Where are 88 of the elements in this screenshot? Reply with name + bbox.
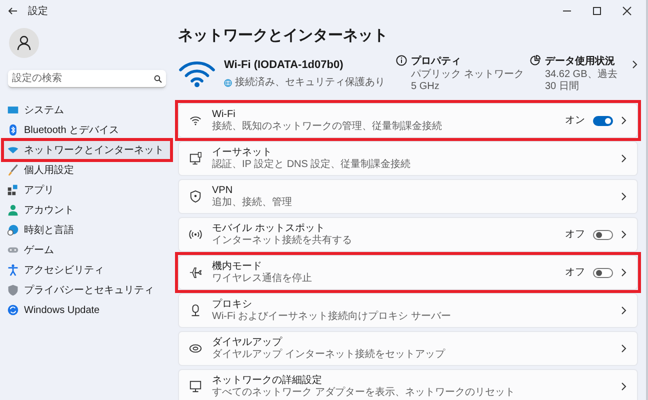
accessibility-icon xyxy=(7,264,19,276)
toggle-label: オン xyxy=(565,114,585,128)
shield-icon xyxy=(7,284,19,296)
settings-row[interactable]: Wi-Fi 接続、既知のネットワークの管理、従量制課金接続 オン xyxy=(178,103,638,138)
row-description: ワイヤレス通信を停止 xyxy=(212,272,312,284)
sidebar-item[interactable]: 個人用設定 xyxy=(4,160,170,180)
search-input[interactable]: 設定の検索 xyxy=(12,71,154,86)
settings-row[interactable]: イーサネット 認証、IP 設定と DNS 設定、従量制課金接続 xyxy=(178,141,638,176)
row-description: インターネット接続を共有する xyxy=(212,234,352,246)
chevron-right-icon xyxy=(621,192,627,201)
sidebar-item[interactable]: ネットワークとインターネット xyxy=(4,140,170,160)
window-title: 設定 xyxy=(28,4,48,18)
sidebar-item[interactable]: Bluetooth とデバイス xyxy=(4,120,170,140)
settings-row[interactable]: ダイヤルアップ ダイヤルアップ インターネット接続をセットアップ xyxy=(178,331,638,366)
row-title: ネットワークの詳細設定 xyxy=(212,374,323,386)
toggle-switch[interactable] xyxy=(593,116,613,126)
row-title: 機内モード xyxy=(212,260,262,272)
row-title: プロキシ xyxy=(212,298,253,310)
close-icon[interactable] xyxy=(622,6,632,16)
connection-status: 接続済み、セキュリティ保護あり xyxy=(235,76,385,90)
properties-title: プロパティ xyxy=(411,54,462,68)
pie-chart-icon xyxy=(530,55,541,66)
property-detail: パブリック ネットワーク xyxy=(411,69,524,81)
search-field[interactable]: 設定の検索 xyxy=(8,70,166,88)
toggle-label: オフ xyxy=(565,266,585,280)
row-description: Wi-Fi およびイーサネット接続向けプロキシ サーバー xyxy=(212,310,451,322)
settings-row[interactable]: モバイル ホットスポット インターネット接続を共有する オフ xyxy=(178,217,638,252)
broadcast-icon xyxy=(189,228,202,241)
chevron-right-icon xyxy=(632,60,638,69)
airplane-icon xyxy=(189,266,202,279)
chevron-right-icon xyxy=(621,230,627,239)
data-usage-link[interactable]: データ使用状況 34.62 GB、過去 30 日間 xyxy=(530,54,638,93)
data-usage-title: データ使用状況 xyxy=(545,54,616,68)
shield-icon xyxy=(189,190,202,203)
row-description: すべてのネットワーク アダプターを表示、ネットワークのリセット xyxy=(212,386,515,398)
row-title: イーサネット xyxy=(212,146,273,158)
data-usage-detail: 34.62 GB、過去 30 日間 xyxy=(545,69,618,93)
sidebar-item[interactable]: 時刻と言語 xyxy=(4,220,170,240)
back-arrow-icon[interactable] xyxy=(8,6,18,16)
dialup-icon xyxy=(189,342,202,355)
chevron-right-icon xyxy=(621,154,627,163)
paintbrush-icon xyxy=(7,164,19,176)
row-title: モバイル ホットスポット xyxy=(212,222,326,234)
info-icon xyxy=(396,55,407,66)
monitor-icon xyxy=(7,104,19,116)
wifi-icon xyxy=(178,60,216,88)
row-title: Wi-Fi xyxy=(212,108,236,120)
properties-link[interactable]: プロパティ パブリック ネットワーク 5 GHz xyxy=(396,54,530,93)
search-icon xyxy=(154,74,162,82)
sidebar-item[interactable]: プライバシーとセキュリティ xyxy=(4,280,170,300)
maximize-icon[interactable] xyxy=(592,6,602,16)
wifi-icon xyxy=(7,144,19,156)
toggle-switch[interactable] xyxy=(593,230,613,240)
chevron-right-icon xyxy=(621,268,627,277)
toggle-switch[interactable] xyxy=(593,268,613,278)
property-detail: 5 GHz xyxy=(411,81,440,93)
wifi-icon xyxy=(189,114,202,127)
settings-row[interactable]: VPN 追加、接続、管理 xyxy=(178,179,638,214)
row-title: VPN xyxy=(212,184,234,196)
network-name: Wi-Fi (IODATA-1d07b0) xyxy=(224,58,344,73)
row-title: ダイヤルアップ xyxy=(212,336,284,348)
settings-row[interactable]: プロキシ Wi-Fi およびイーサネット接続向けプロキシ サーバー xyxy=(178,293,638,328)
person-icon xyxy=(7,204,19,216)
sidebar-item[interactable]: アカウント xyxy=(4,200,170,220)
sidebar-item[interactable]: アクセシビリティ xyxy=(4,260,170,280)
row-description: 認証、IP 設定と DNS 設定、従量制課金接続 xyxy=(212,158,411,170)
chevron-right-icon xyxy=(621,116,627,125)
sidebar-item[interactable]: Windows Update xyxy=(4,300,170,320)
settings-row[interactable]: ネットワークの詳細設定 すべてのネットワーク アダプターを表示、ネットワークのリセット xyxy=(178,369,638,400)
apps-icon xyxy=(7,184,19,196)
sidebar-item[interactable]: ゲーム xyxy=(4,240,170,260)
monitor-icon xyxy=(189,380,202,393)
sidebar-item[interactable]: システム xyxy=(4,100,170,120)
refresh-icon xyxy=(7,304,19,316)
chevron-right-icon xyxy=(621,344,627,353)
row-description: 追加、接続、管理 xyxy=(212,196,292,208)
avatar-icon[interactable] xyxy=(9,28,39,58)
chevron-right-icon xyxy=(621,306,627,315)
globe-icon xyxy=(224,78,232,87)
settings-row[interactable]: 機内モード ワイヤレス通信を停止 オフ xyxy=(178,255,638,290)
monitor-icon xyxy=(189,152,202,165)
toggle-label: オフ xyxy=(565,228,585,242)
chevron-right-icon xyxy=(621,382,627,391)
row-description: 接続、既知のネットワークの管理、従量制課金接続 xyxy=(212,120,442,132)
bluetooth-icon xyxy=(7,124,19,136)
sidebar-item[interactable]: アプリ xyxy=(4,180,170,200)
row-description: ダイヤルアップ インターネット接続をセットアップ xyxy=(212,348,445,360)
page-title: ネットワークとインターネット xyxy=(178,26,389,46)
